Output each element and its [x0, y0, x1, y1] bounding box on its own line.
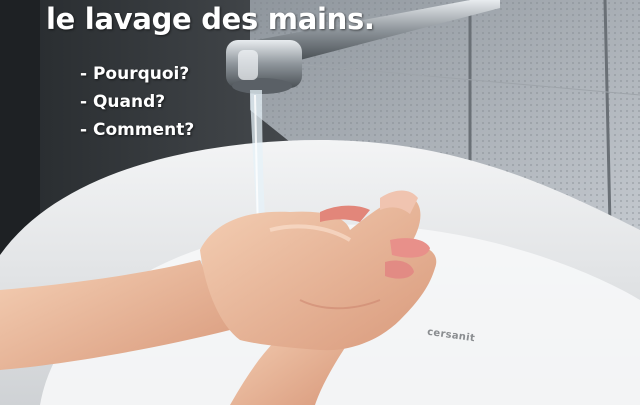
question-item-why: - Pourquoi?: [80, 64, 190, 84]
question-item-how: - Comment?: [80, 120, 195, 140]
questions-list: - Pourquoi? - Quand? - Comment?: [80, 60, 194, 144]
photo-scene: le lavage des mains. - Pourquoi? - Quand…: [0, 0, 640, 405]
page-title: le lavage des mains.: [46, 2, 375, 36]
question-item-when: - Quand?: [80, 92, 166, 112]
